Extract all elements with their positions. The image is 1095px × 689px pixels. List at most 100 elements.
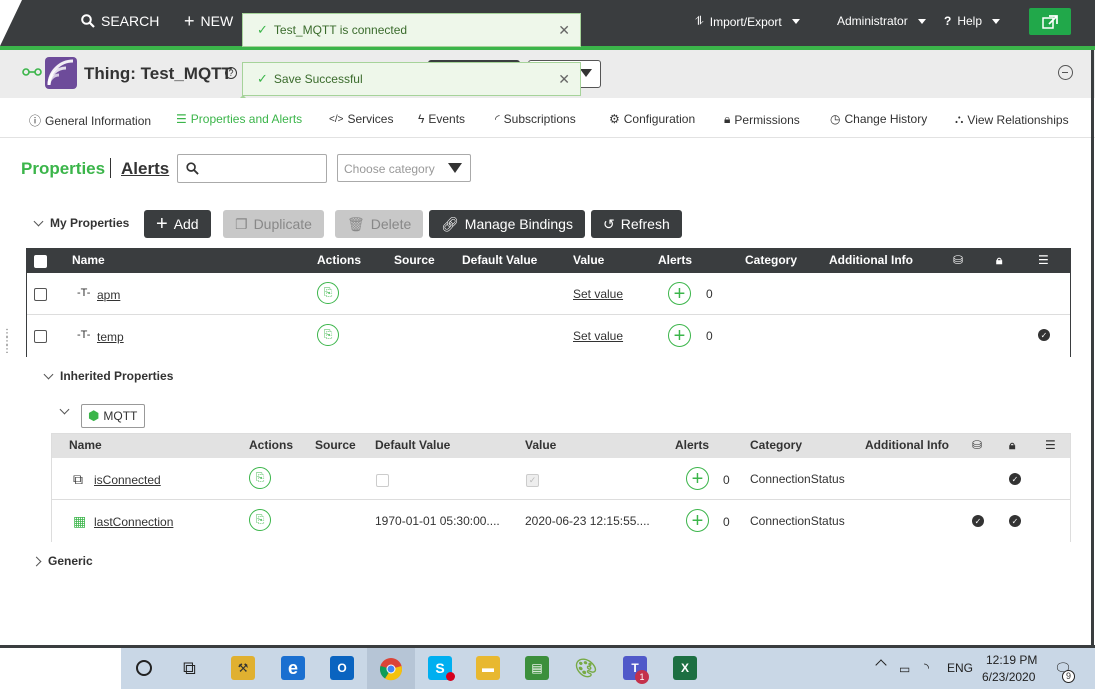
category-value: ConnectionStatus <box>750 514 845 528</box>
tab-subscriptions[interactable]: ◜ Subscriptions <box>495 112 576 126</box>
language-indicator[interactable]: ENG <box>947 661 973 675</box>
tab-label: View Relationships <box>967 112 1069 127</box>
skype-status-dot <box>446 672 455 681</box>
collapse-icon[interactable] <box>1058 65 1073 80</box>
property-name-link[interactable]: isConnected <box>94 473 161 487</box>
help-menu[interactable]: ? Help <box>944 14 1001 28</box>
thing-template-icon <box>45 57 77 89</box>
database-icon: ⛁ <box>972 438 983 452</box>
tab-label: Services <box>347 112 394 126</box>
drag-handle[interactable]: ⋮ ⋮ ⋮ <box>2 329 12 355</box>
col-actions: Actions <box>249 438 294 452</box>
paint-icon[interactable]: 🎨︎ <box>574 656 598 680</box>
excel-icon[interactable]: X <box>673 656 697 680</box>
set-value-link[interactable]: Set value <box>573 287 623 301</box>
row-checkbox[interactable] <box>34 330 47 343</box>
property-name-link[interactable]: apm <box>97 288 120 302</box>
task-view-icon[interactable]: ⧉ <box>183 658 196 679</box>
my-properties-toggle[interactable]: My Properties <box>33 216 129 230</box>
property-name-link[interactable]: temp <box>97 330 124 344</box>
table-row[interactable]: ⧉ isConnected ⎘ ✓ + 0 ConnectionStatus ✓ <box>52 458 1070 500</box>
wifi-icon[interactable]: ◝ <box>924 660 929 676</box>
tab-general-information[interactable]: ⓘ General Information <box>29 112 151 129</box>
tab-permissions[interactable]: 🔒︎ Permissions <box>724 112 800 127</box>
outlook-icon[interactable]: O <box>330 656 354 680</box>
plus-icon: + <box>184 11 195 31</box>
inherited-label: Inherited Properties <box>60 369 174 383</box>
clock-date[interactable]: 6/23/2020 <box>982 670 1035 684</box>
property-search-input[interactable] <box>177 154 327 183</box>
delete-button[interactable]: 🗑︎ Delete <box>335 210 424 238</box>
copy-icon[interactable]: ⎘ <box>249 509 271 531</box>
project-app-icon[interactable]: ▤ <box>525 656 549 680</box>
add-alert-icon[interactable]: + <box>686 509 709 532</box>
category-placeholder: Choose category <box>344 162 435 176</box>
cortana-icon[interactable] <box>136 660 152 676</box>
teams-badge: 1 <box>635 670 649 684</box>
close-icon[interactable]: ✕ <box>558 22 570 39</box>
select-all-checkbox[interactable] <box>34 255 47 268</box>
tab-configuration[interactable]: ⚙ Configuration <box>609 112 695 126</box>
mqtt-template-chip[interactable]: ⬢ MQTT <box>81 404 145 428</box>
alerts-link[interactable]: Alerts <box>121 159 169 179</box>
edge-icon[interactable]: e <box>281 656 305 680</box>
copy-icon[interactable]: ⎘ <box>317 282 339 304</box>
add-button[interactable]: + Add <box>144 210 211 238</box>
table-row[interactable]: -T- apm ⎘ Set value + 0 <box>27 273 1070 315</box>
table-row[interactable]: ▦ lastConnection ⎘ 1970-01-01 05:30:00..… <box>52 500 1070 542</box>
duplicate-button[interactable]: ❐ Duplicate <box>223 210 324 238</box>
property-name-link[interactable]: lastConnection <box>94 515 173 529</box>
inherited-properties-toggle[interactable]: Inherited Properties <box>43 369 174 383</box>
alert-count: 0 <box>723 473 730 487</box>
clock-time[interactable]: 12:19 PM <box>986 653 1037 667</box>
row-checkbox[interactable] <box>34 288 47 301</box>
manage-bindings-button[interactable]: 🔗︎ Manage Bindings <box>429 210 585 238</box>
category-select[interactable]: Choose category <box>337 154 471 182</box>
tools-app-icon[interactable]: ⚒ <box>231 656 255 680</box>
generic-toggle[interactable]: Generic <box>31 554 93 568</box>
set-value-link[interactable]: Set value <box>573 329 623 343</box>
tab-label: Change History <box>844 112 928 126</box>
logo-notch <box>0 0 22 46</box>
properties-link[interactable]: Properties <box>21 159 105 179</box>
col-additional-info: Additional Info <box>829 253 913 267</box>
tab-services[interactable]: </> Services <box>329 112 393 126</box>
new-button[interactable]: + NEW <box>184 11 233 31</box>
copy-icon[interactable]: ⎘ <box>249 467 271 489</box>
add-alert-icon[interactable]: + <box>686 467 709 490</box>
chevron-up-icon[interactable] <box>875 659 887 671</box>
tab-bar: ⓘ General Information ☰ Properties and Ale… <box>0 98 1095 138</box>
import-export-menu[interactable]: ⥮ Import/Export <box>695 14 800 29</box>
chrome-icon <box>379 657 403 680</box>
user-menu[interactable]: Administrator <box>837 14 926 28</box>
link-divider <box>110 158 111 178</box>
open-external-button[interactable] <box>1029 8 1071 35</box>
tab-label: Subscriptions <box>503 112 576 126</box>
add-alert-icon[interactable]: + <box>668 282 691 305</box>
tab-change-history[interactable]: ◷ Change History <box>830 112 927 126</box>
tab-label: Permissions <box>734 112 800 127</box>
table-row[interactable]: -T- temp ⎘ Set value + 0 ✓ <box>27 315 1070 357</box>
chevron-down-icon[interactable] <box>59 404 70 415</box>
help-circle-icon[interactable]: ? <box>225 67 237 79</box>
file-explorer-icon[interactable]: ▬ <box>476 656 500 680</box>
copy-icon[interactable]: ⎘ <box>317 324 339 346</box>
tab-events[interactable]: ϟ Events <box>418 112 465 126</box>
alert-count: 0 <box>706 287 713 301</box>
refresh-button[interactable]: ↺ Refresh <box>591 210 682 238</box>
duplicate-label: Duplicate <box>253 216 312 232</box>
tab-properties-and-alerts[interactable]: ☰ Properties and Alerts <box>176 112 302 126</box>
close-icon[interactable]: ✕ <box>558 71 570 88</box>
chrome-taskbar-slot[interactable] <box>367 648 415 689</box>
clock-icon: ◷ <box>830 112 841 126</box>
add-alert-icon[interactable]: + <box>668 324 691 347</box>
toast-saved-text: Save Successful <box>273 72 363 86</box>
chevron-down-icon <box>33 216 44 226</box>
tab-view-relationships[interactable]: ⛬ View Relationships <box>955 112 1069 127</box>
search-button[interactable]: SEARCH <box>81 13 159 29</box>
bolt-icon: ϟ <box>418 112 425 126</box>
check-icon: ✓ <box>257 22 268 37</box>
table-header: Name Actions Source Default Value Value … <box>52 434 1070 458</box>
battery-icon[interactable]: ▭ <box>899 662 910 676</box>
check-circle-icon: ✓ <box>972 515 984 527</box>
